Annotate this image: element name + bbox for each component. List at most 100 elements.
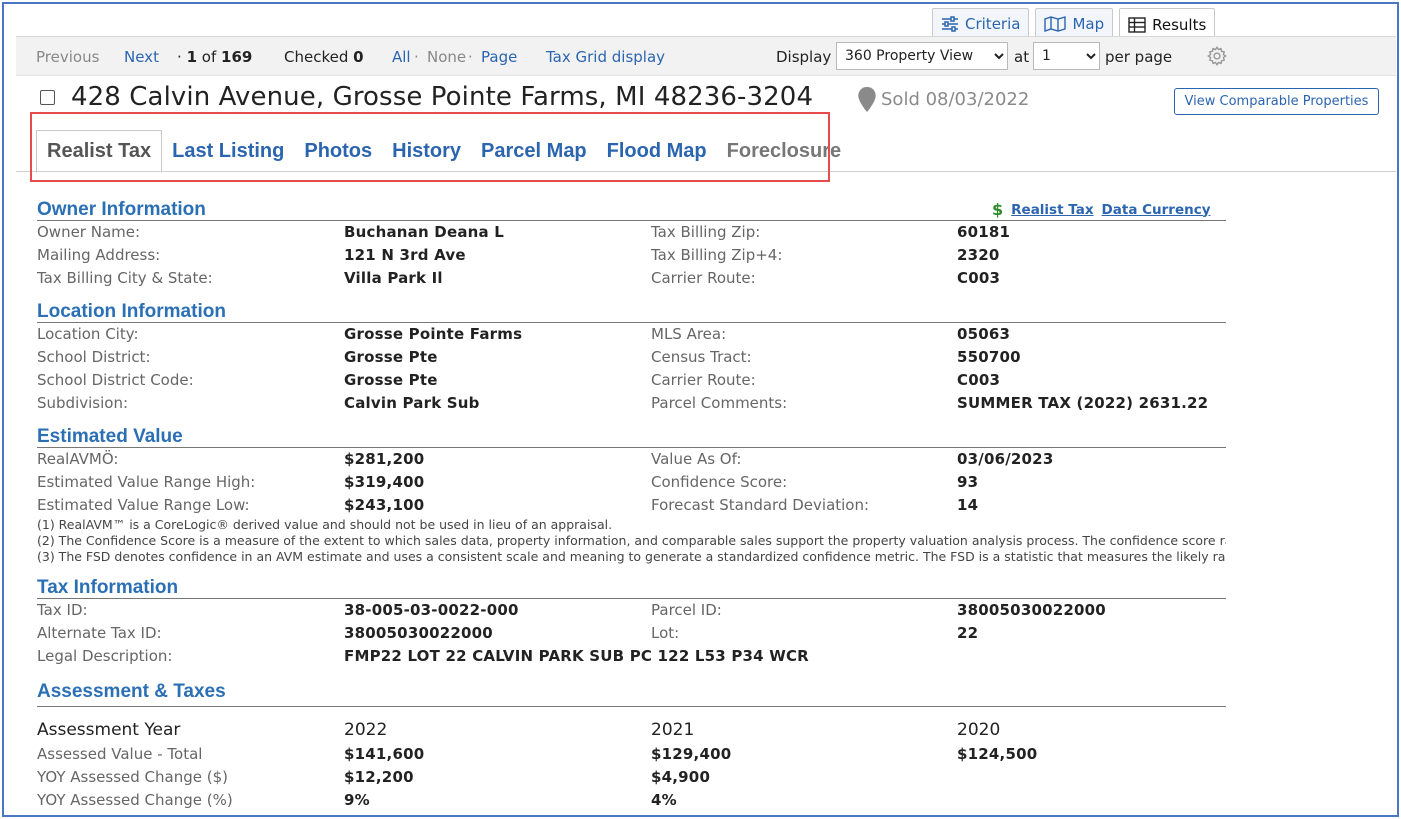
tabs-highlight-box: [30, 112, 830, 182]
map-icon: [1044, 15, 1067, 32]
field-value: $12,200: [344, 768, 414, 786]
field-label: Estimated Value Range High:: [37, 473, 256, 491]
property-heading: 428 Calvin Avenue, Grosse Pointe Farms, …: [40, 82, 813, 112]
view-comparable-button[interactable]: View Comparable Properties: [1174, 88, 1379, 115]
separator-dot: ·: [414, 48, 419, 66]
tax-grid-link[interactable]: Tax Grid display: [546, 48, 665, 66]
field-label: Location City:: [37, 325, 139, 343]
tab-criteria-label: Criteria: [965, 14, 1021, 33]
field-label: Lot:: [651, 624, 680, 642]
separator-dot: ·: [468, 48, 473, 66]
owner-row: Tax Billing City & State: Villa Park Il Ca…: [37, 267, 1226, 290]
tab-results-label: Results: [1152, 15, 1207, 34]
sliders-icon: [942, 15, 958, 32]
estimated-row: RealAVMÖ: $281,200 Value As Of: 03/06/2023: [37, 448, 1226, 471]
assessment-row: Assessed Value - Total $141,600 $129,400 $1…: [37, 743, 1226, 766]
field-value: C003: [957, 269, 1001, 287]
field-label: Owner Name:: [37, 223, 141, 241]
field-value: 05063: [957, 325, 1011, 343]
assessment-row: YOY Assessed Change ($) $12,200 $4,900: [37, 766, 1226, 789]
field-value: 550700: [957, 348, 1021, 366]
counter-sep: ·: [177, 48, 182, 66]
field-label: Assessed Value - Total: [37, 745, 203, 763]
field-value: 60181: [957, 223, 1011, 241]
field-label: Tax Billing Zip:: [651, 223, 761, 241]
location-row: School District Code: Grosse Pte Carrier R…: [37, 369, 1226, 392]
field-value: SUMMER TAX (2022) 2631.22: [957, 394, 1209, 412]
footnote: (2) The Confidence Score is a measure of…: [37, 533, 1226, 548]
field-value: $129,400: [651, 745, 732, 763]
field-value: 9%: [344, 791, 370, 809]
assessment-row: YOY Assessed Change (%) 9% 4%: [37, 789, 1226, 812]
assessment-year: 2022: [344, 720, 388, 740]
field-value: $124,500: [957, 745, 1038, 763]
select-all-link[interactable]: All: [392, 48, 411, 66]
field-label: Mailing Address:: [37, 246, 161, 264]
per-page-select[interactable]: 1: [1033, 42, 1100, 70]
owner-row: Mailing Address: 121 N 3rd Ave Tax Billing…: [37, 244, 1226, 267]
tax-row: Legal Description: FMP22 LOT 22 CALVIN PA…: [37, 645, 1226, 668]
location-pin-icon: [858, 86, 876, 113]
tax-row: Alternate Tax ID: 38005030022000 Lot: 22: [37, 622, 1226, 645]
assessment-year: 2021: [651, 720, 695, 740]
field-label: Value As Of:: [651, 450, 742, 468]
field-value: $243,100: [344, 496, 425, 514]
report-content: Owner Information Owner Name: Buchanan De…: [37, 199, 1226, 812]
field-label: Carrier Route:: [651, 371, 756, 389]
previous-link[interactable]: Previous: [36, 48, 99, 66]
record-counter: · 1 of 169: [177, 48, 252, 66]
field-label: Tax Billing City & State:: [37, 269, 213, 287]
field-value: 121 N 3rd Ave: [344, 246, 466, 264]
field-value: 4%: [651, 791, 677, 809]
next-link[interactable]: Next: [124, 48, 159, 66]
location-row: Location City: Grosse Pointe Farms MLS Are…: [37, 323, 1226, 346]
tab-map[interactable]: Map: [1035, 8, 1114, 38]
assessment-year-label: Assessment Year: [37, 720, 181, 740]
field-label: School District:: [37, 348, 151, 366]
checked-status: Checked 0: [284, 48, 364, 66]
field-value: $4,900: [651, 768, 711, 786]
field-label: MLS Area:: [651, 325, 727, 343]
field-label: Subdivision:: [37, 394, 129, 412]
sold-status: Sold 08/03/2022: [881, 89, 1030, 110]
tab-criteria[interactable]: Criteria: [932, 8, 1030, 38]
tab-map-label: Map: [1072, 14, 1105, 33]
section-rule: [37, 706, 1226, 707]
field-value: $319,400: [344, 473, 425, 491]
display-select[interactable]: 360 Property View: [836, 42, 1008, 70]
field-label: Tax ID:: [37, 601, 88, 619]
gear-icon[interactable]: [1206, 45, 1228, 67]
field-value: 14: [957, 496, 979, 514]
owner-row: Owner Name: Buchanan Deana L Tax Billing Z…: [37, 221, 1226, 244]
at-label: at: [1014, 48, 1030, 66]
property-address: 428 Calvin Avenue, Grosse Pointe Farms, …: [71, 82, 814, 112]
estimated-row: Estimated Value Range Low: $243,100 Foreca…: [37, 494, 1226, 517]
counter-of: of: [201, 48, 217, 66]
view-tabs: Criteria Map Results: [932, 8, 1216, 40]
assessment-rows: Assessed Value - Total $141,600 $129,400 $1…: [37, 743, 1226, 812]
select-none-link[interactable]: None: [427, 48, 466, 66]
section-title-estimated: Estimated Value: [37, 426, 183, 447]
field-value: 38-005-03-0022-000: [344, 601, 519, 619]
checked-count: 0: [353, 48, 364, 66]
field-value: $281,200: [344, 450, 425, 468]
results-toolbar: Previous Next · 1 of 169 Checked 0 All ·…: [16, 36, 1396, 76]
per-page-label: per page: [1105, 48, 1173, 66]
field-label: Carrier Route:: [651, 269, 756, 287]
assessment-year-header: Assessment Year 2022 2021 2020: [37, 717, 1226, 743]
counter-current: 1: [186, 48, 197, 66]
field-label: Alternate Tax ID:: [37, 624, 162, 642]
field-value: Buchanan Deana L: [344, 223, 505, 241]
section-title-owner: Owner Information: [37, 199, 206, 220]
select-page-link[interactable]: Page: [481, 48, 517, 66]
field-label: Legal Description:: [37, 647, 173, 665]
field-label: Census Tract:: [651, 348, 752, 366]
app-frame: Criteria Map Results Previous Next · 1 o…: [2, 2, 1399, 817]
field-label: YOY Assessed Change (%): [37, 791, 233, 809]
footnote: (3) The FSD denotes confidence in an AVM…: [37, 549, 1226, 564]
property-checkbox[interactable]: [40, 89, 55, 105]
owner-rows: Owner Name: Buchanan Deana L Tax Billing Z…: [37, 221, 1226, 290]
field-value: C003: [957, 371, 1001, 389]
estimated-rows: RealAVMÖ: $281,200 Value As Of: 03/06/2023 …: [37, 448, 1226, 517]
field-value: Grosse Pte: [344, 371, 438, 389]
